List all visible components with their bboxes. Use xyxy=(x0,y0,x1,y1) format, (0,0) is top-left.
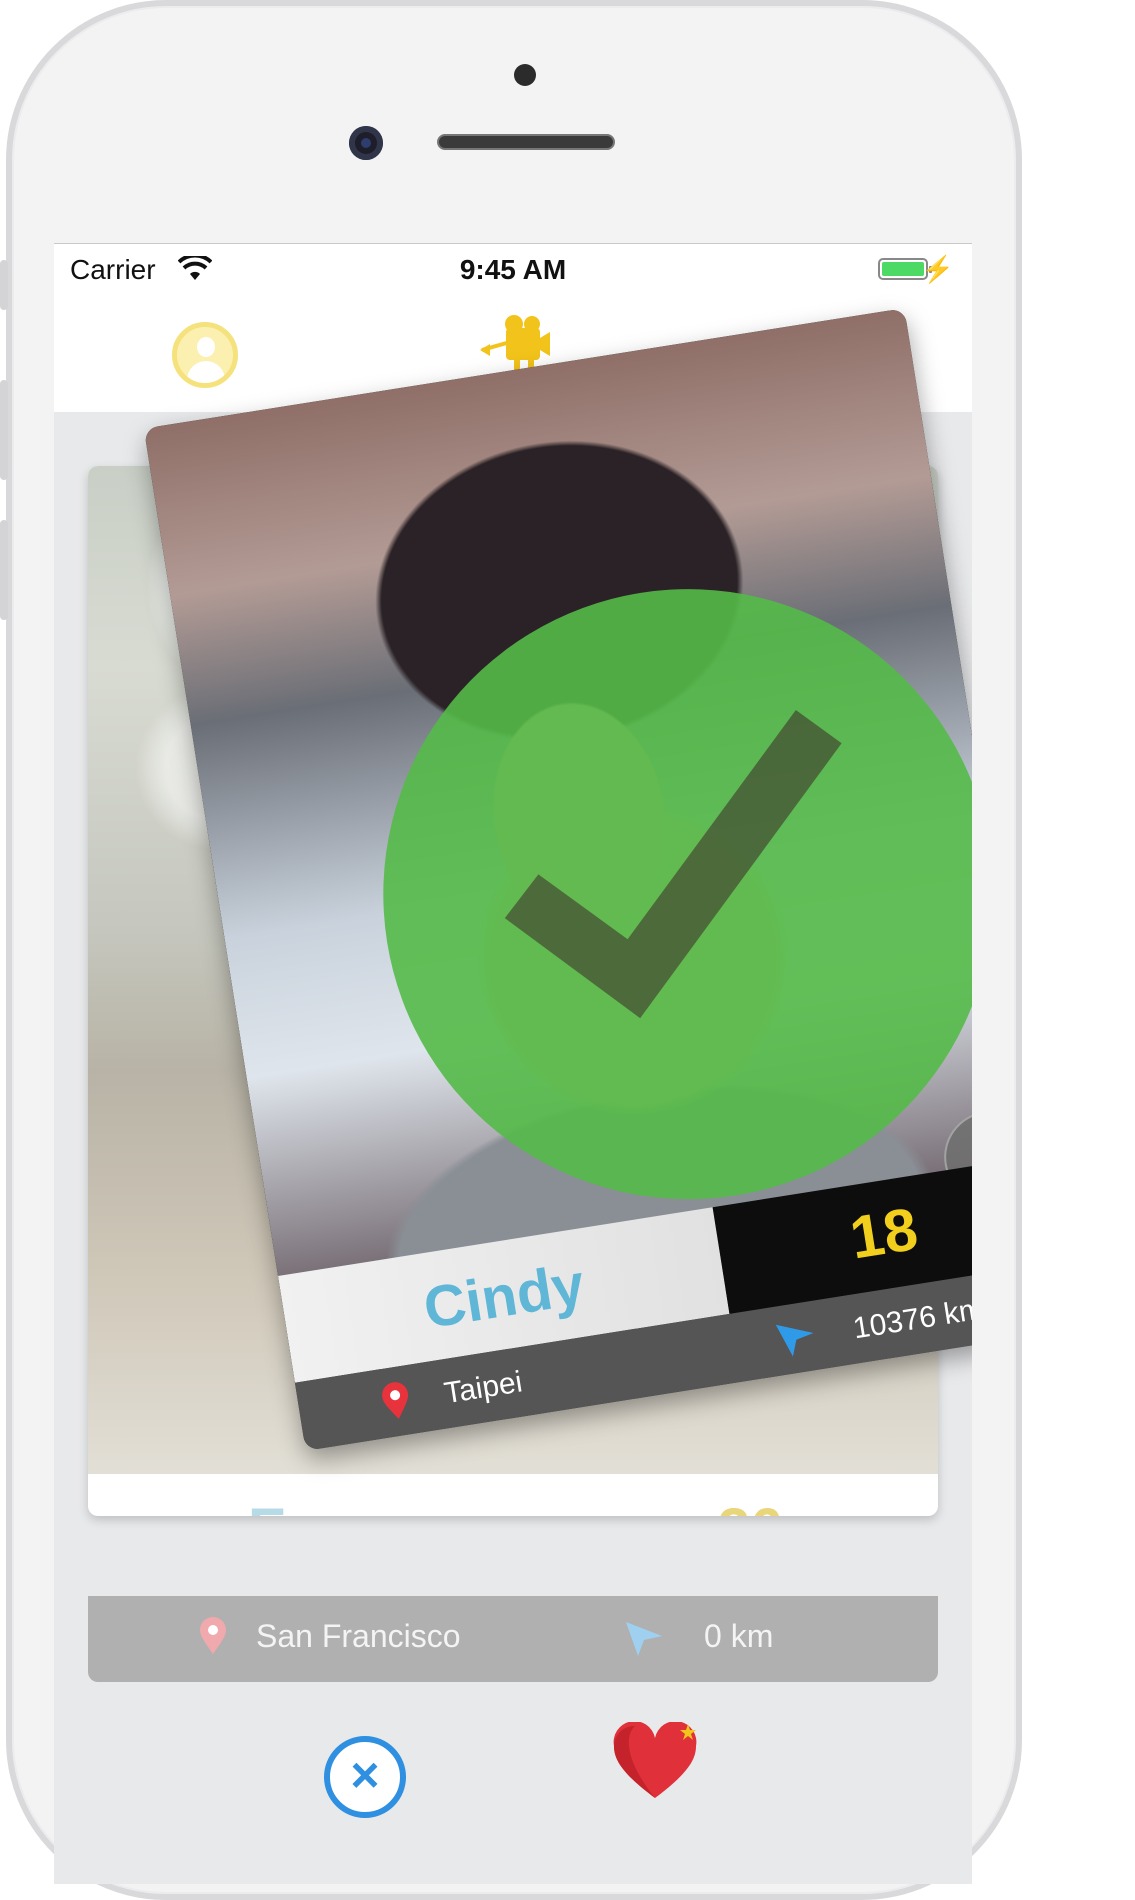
profile-icon[interactable] xyxy=(172,322,238,388)
volume-up-button xyxy=(0,380,8,480)
charging-icon: ⚡ xyxy=(921,254,954,284)
close-icon: × xyxy=(350,1747,380,1803)
earpiece-speaker xyxy=(437,134,615,150)
status-time: 9:45 AM xyxy=(459,254,567,285)
front-sensor xyxy=(514,64,536,86)
action-bar xyxy=(54,1704,972,1884)
volume-down-button xyxy=(0,520,8,620)
front-card-location: Taipei xyxy=(441,1365,525,1411)
location-pin-icon xyxy=(198,1616,228,1661)
heart-icon xyxy=(613,1721,697,1798)
mute-switch xyxy=(0,260,8,310)
back-card-distance: 0 km xyxy=(704,1618,774,1654)
distance-arrow-icon xyxy=(773,1315,820,1366)
location-pin-icon xyxy=(378,1379,415,1428)
back-card-name: Em xyxy=(248,1496,338,1516)
front-card-distance: 10376 km xyxy=(850,1292,972,1346)
reject-button[interactable]: × xyxy=(324,1736,406,1818)
like-button[interactable] xyxy=(610,1721,700,1807)
distance-arrow-icon xyxy=(624,1618,664,1663)
status-bar: Carrier 9:45 AM ⚡ xyxy=(54,244,972,304)
check-icon xyxy=(339,545,972,1248)
back-card-location: San Francisco xyxy=(256,1618,461,1654)
battery-icon xyxy=(878,258,932,280)
app-screen: Carrier 9:45 AM ⚡ Em 36 xyxy=(54,243,972,1884)
back-card-age: 36 xyxy=(718,1496,783,1516)
front-camera xyxy=(349,126,383,160)
back-card-info-bar: San Francisco 0 km xyxy=(88,1596,938,1682)
